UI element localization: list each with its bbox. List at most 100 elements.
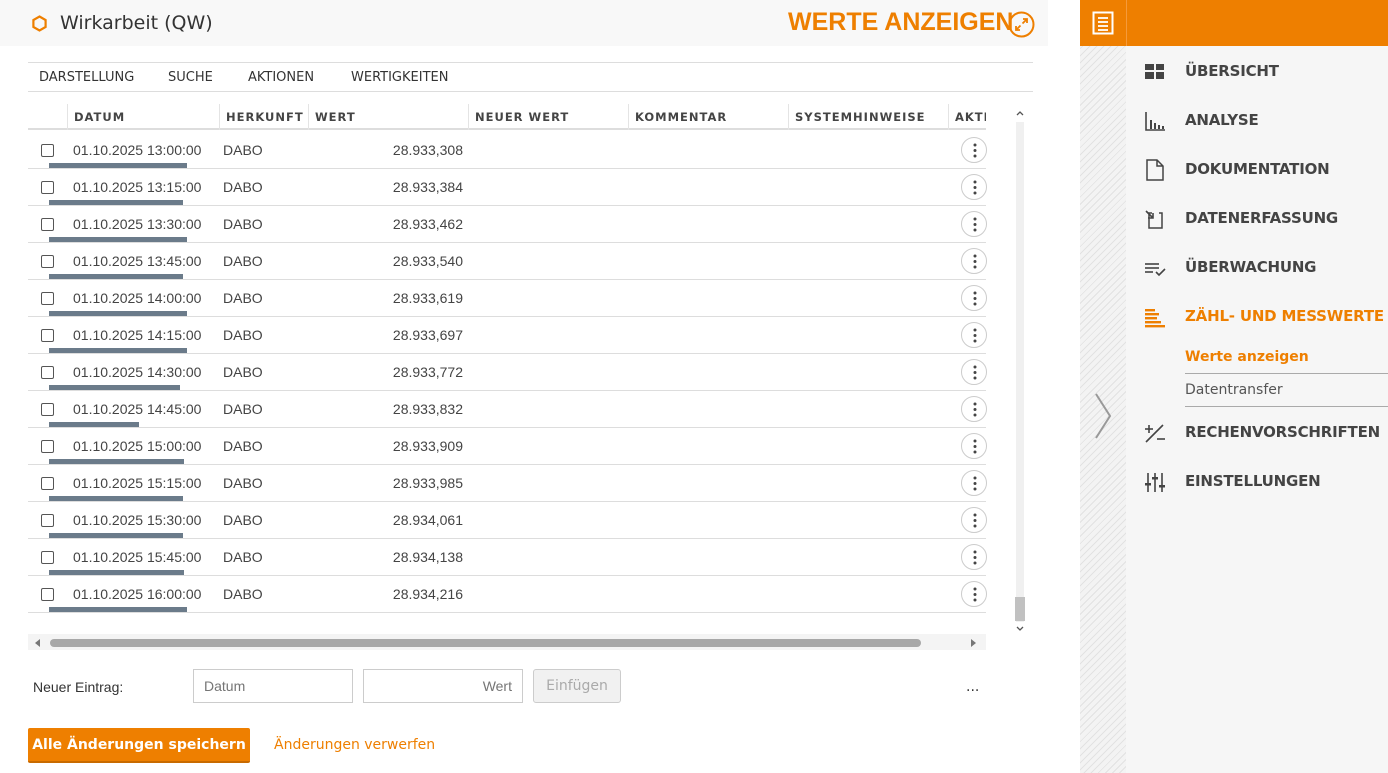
table-row[interactable]: 01.10.2025 14:30:00 DABO 28.933,772	[28, 354, 987, 391]
row-actions-button[interactable]	[961, 544, 987, 570]
table-toolbar: DARSTELLUNG SUCHE AKTIONEN WERTIGKEITEN	[28, 62, 1033, 92]
row-actions-button[interactable]	[961, 470, 987, 496]
save-all-button[interactable]: Alle Änderungen speichern	[28, 728, 250, 763]
column-header-herkunft[interactable]: HERKUNFT	[219, 104, 308, 130]
row-checkbox[interactable]	[41, 477, 54, 490]
row-actions-button[interactable]	[961, 396, 987, 422]
row-checkbox[interactable]	[41, 514, 54, 527]
row-checkbox[interactable]	[41, 403, 54, 416]
sidebar-item-ueberwachung[interactable]: ÜBERWACHUNG	[1185, 258, 1317, 276]
column-header-neuer-wert[interactable]: NEUER WERT	[468, 104, 628, 130]
cell-wert: 28.933,985	[392, 475, 463, 491]
scroll-right-icon[interactable]	[968, 638, 978, 648]
table-row[interactable]: 01.10.2025 13:00:00 DABO 28.933,308	[28, 132, 987, 169]
notepad-icon[interactable]	[1091, 10, 1115, 36]
row-actions-button[interactable]	[961, 137, 987, 163]
sidebar-item-datenerfassung[interactable]: DATENERFASSUNG	[1185, 209, 1338, 227]
quality-bar	[49, 570, 184, 575]
table-row[interactable]: 01.10.2025 13:30:00 DABO 28.933,462	[28, 206, 987, 243]
column-header-wert[interactable]: WERT	[308, 104, 468, 130]
cell-wert: 28.933,308	[392, 142, 463, 158]
more-options[interactable]: ...	[966, 679, 979, 695]
sidebar-item-rechenvorschriften[interactable]: RECHENVORSCHRIFTEN	[1185, 423, 1380, 441]
table-row[interactable]: 01.10.2025 14:45:00 DABO 28.933,832	[28, 391, 987, 428]
menu-wertigkeiten[interactable]: WERTIGKEITEN	[351, 70, 448, 85]
scroll-left-icon[interactable]	[33, 638, 43, 648]
table-row[interactable]: 01.10.2025 14:15:00 DABO 28.933,697	[28, 317, 987, 354]
sidebar-collapse-strip[interactable]	[1080, 0, 1126, 773]
object-title: Wirkarbeit (QW)	[60, 12, 213, 34]
quality-bar	[49, 237, 187, 242]
column-header-kommentar[interactable]: KOMMENTAR	[628, 104, 788, 130]
column-header-systemhinweise[interactable]: SYSTEMHINWEISE	[788, 104, 948, 130]
row-actions-button[interactable]	[961, 174, 987, 200]
table-row[interactable]: 01.10.2025 14:00:00 DABO 28.933,619	[28, 280, 987, 317]
kebab-menu-icon	[973, 143, 977, 158]
menu-aktionen[interactable]: AKTIONEN	[248, 70, 314, 85]
column-header-datum[interactable]: DATUM	[67, 104, 219, 130]
row-actions-button[interactable]	[961, 433, 987, 459]
row-checkbox[interactable]	[41, 292, 54, 305]
row-checkbox[interactable]	[41, 218, 54, 231]
row-actions-button[interactable]	[961, 581, 987, 607]
row-checkbox[interactable]	[41, 181, 54, 194]
new-entry-date-input[interactable]	[193, 669, 353, 703]
cell-herkunft: DABO	[223, 179, 263, 195]
table-row[interactable]: 01.10.2025 15:30:00 DABO 28.934,061	[28, 502, 987, 539]
kebab-menu-icon	[973, 587, 977, 602]
row-actions-button[interactable]	[961, 248, 987, 274]
row-actions-button[interactable]	[961, 359, 987, 385]
row-checkbox[interactable]	[41, 440, 54, 453]
expand-icon[interactable]	[1008, 11, 1035, 38]
row-actions-button[interactable]	[961, 285, 987, 311]
menu-suche[interactable]: SUCHE	[168, 70, 213, 85]
kebab-menu-icon	[973, 291, 977, 306]
row-checkbox[interactable]	[41, 255, 54, 268]
table-row[interactable]: 01.10.2025 13:45:00 DABO 28.933,540	[28, 243, 987, 280]
table-row[interactable]: 01.10.2025 15:00:00 DABO 28.933,909	[28, 428, 987, 465]
quality-bar	[49, 348, 187, 353]
row-checkbox[interactable]	[41, 329, 54, 342]
cell-herkunft: DABO	[223, 327, 263, 343]
row-actions-button[interactable]	[961, 322, 987, 348]
row-checkbox[interactable]	[41, 366, 54, 379]
table-row[interactable]: 01.10.2025 13:15:00 DABO 28.933,384	[28, 169, 987, 206]
cell-wert: 28.933,832	[392, 401, 463, 417]
kebab-menu-icon	[973, 402, 977, 417]
vertical-scrollbar-track[interactable]	[1016, 122, 1024, 622]
scroll-up-icon[interactable]	[1014, 107, 1026, 119]
new-entry-value-input[interactable]	[363, 669, 523, 703]
sidebar-subitem-werte-anzeigen[interactable]: Werte anzeigen	[1185, 349, 1309, 365]
horizontal-scrollbar-thumb[interactable]	[50, 639, 921, 647]
sidebar-item-uebersicht[interactable]: ÜBERSICHT	[1185, 62, 1279, 80]
row-checkbox[interactable]	[41, 551, 54, 564]
sidebar-item-dokumentation[interactable]: DOKUMENTATION	[1185, 160, 1330, 178]
vertical-scrollbar-thumb[interactable]	[1015, 597, 1025, 621]
hexagon-icon	[32, 15, 47, 32]
sidebar-subitem-datentransfer[interactable]: Datentransfer	[1185, 382, 1283, 398]
kebab-menu-icon	[973, 439, 977, 454]
cell-datum: 01.10.2025 15:15:00	[73, 475, 202, 491]
table-row[interactable]: 01.10.2025 15:45:00 DABO 28.934,138	[28, 539, 987, 576]
discard-changes-link[interactable]: Änderungen verwerfen	[274, 737, 435, 753]
cell-wert: 28.933,909	[392, 438, 463, 454]
table-row[interactable]: 01.10.2025 15:15:00 DABO 28.933,985	[28, 465, 987, 502]
kebab-menu-icon	[973, 328, 977, 343]
scroll-down-icon[interactable]	[1014, 623, 1026, 635]
row-actions-button[interactable]	[961, 211, 987, 237]
column-header-aktionen[interactable]: AKTI	[948, 104, 986, 130]
cell-datum: 01.10.2025 15:30:00	[73, 512, 202, 528]
sidebar-item-zaehl-und-messwerte[interactable]: ZÄHL- UND MESSWERTE	[1185, 307, 1384, 325]
row-checkbox[interactable]	[41, 144, 54, 157]
row-actions-button[interactable]	[961, 507, 987, 533]
insert-button[interactable]: Einfügen	[533, 669, 621, 703]
row-checkbox[interactable]	[41, 588, 54, 601]
menu-darstellung[interactable]: DARSTELLUNG	[39, 70, 134, 85]
chevron-right-icon[interactable]	[1093, 392, 1113, 440]
table-row[interactable]: 01.10.2025 16:00:00 DABO 28.934,216	[28, 576, 987, 613]
quality-bar	[49, 459, 184, 464]
sidebar-item-analyse[interactable]: ANALYSE	[1185, 111, 1259, 129]
cell-wert: 28.933,619	[392, 290, 463, 306]
sidebar-item-einstellungen[interactable]: EINSTELLUNGEN	[1185, 472, 1321, 490]
subitem-divider	[1185, 406, 1388, 407]
